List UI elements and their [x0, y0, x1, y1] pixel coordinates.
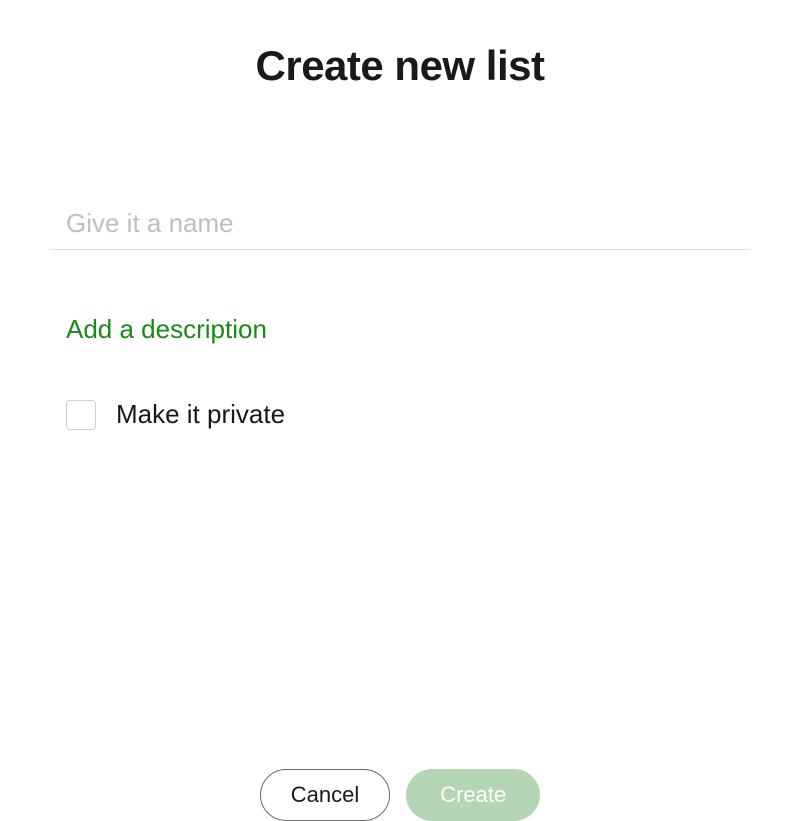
list-name-input[interactable]	[66, 208, 734, 239]
cancel-button[interactable]: Cancel	[260, 769, 390, 821]
add-description-link[interactable]: Add a description	[50, 314, 283, 345]
private-checkbox[interactable]	[66, 400, 96, 430]
create-list-dialog: Create new list Add a description Make i…	[0, 0, 800, 821]
button-row: Cancel Create	[0, 769, 800, 821]
private-label[interactable]: Make it private	[116, 399, 285, 430]
private-row: Make it private	[50, 399, 750, 430]
create-button[interactable]: Create	[406, 769, 540, 821]
name-field-wrapper	[50, 208, 750, 250]
dialog-title: Create new list	[50, 42, 750, 90]
